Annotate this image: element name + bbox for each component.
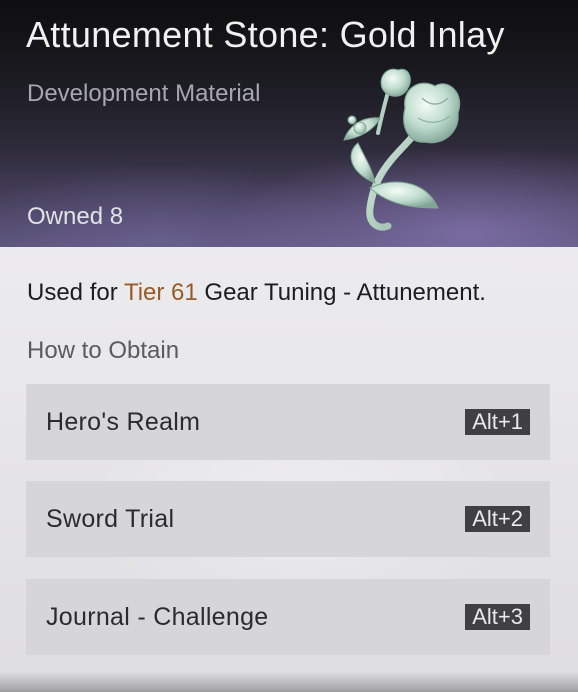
item-details: Used for Tier 61 Gear Tuning - Attunemen… [0, 247, 578, 692]
how-to-obtain-heading: How to Obtain [27, 337, 180, 364]
source-heros-realm[interactable]: Hero's Realm Alt+1 [26, 384, 550, 460]
source-label: Hero's Realm [46, 408, 201, 436]
item-title: Attunement Stone: Gold Inlay [26, 14, 505, 55]
tier-highlight: Tier 61 [123, 279, 198, 306]
item-category: Development Material [27, 80, 261, 107]
source-sword-trial[interactable]: Sword Trial Alt+2 [26, 481, 550, 557]
description-prefix: Used for [27, 279, 124, 306]
source-label: Sword Trial [46, 505, 175, 533]
owned-count: Owned 8 [27, 203, 124, 230]
jade-flower-icon [343, 68, 461, 231]
bottom-edge-shadow [0, 672, 578, 692]
hotkey-badge: Alt+3 [465, 604, 530, 630]
hotkey-badge: Alt+1 [465, 409, 530, 435]
source-journal-challenge[interactable]: Journal - Challenge Alt+3 [26, 579, 550, 655]
hotkey-badge: Alt+2 [465, 506, 530, 532]
item-header: Attunement Stone: Gold Inlay Development… [0, 0, 578, 247]
source-label: Journal - Challenge [46, 603, 269, 631]
item-description: Used for Tier 61 Gear Tuning - Attunemen… [27, 279, 486, 307]
description-suffix: Gear Tuning - Attunement. [197, 279, 486, 306]
